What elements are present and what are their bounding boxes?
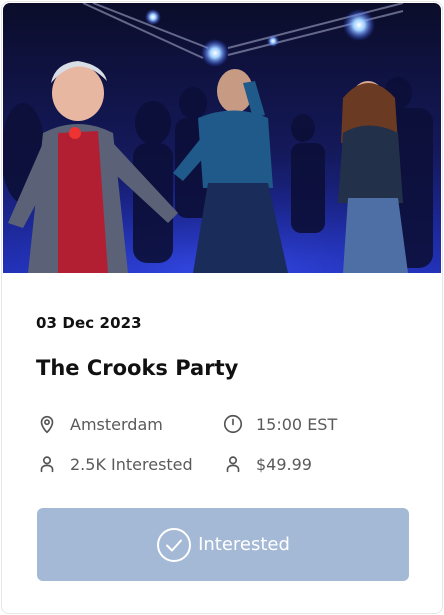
- check-circle-icon: [156, 527, 192, 563]
- interested-button-label: Interested: [198, 534, 290, 555]
- time-text: 15:00 EST: [256, 414, 338, 434]
- interested-button[interactable]: Interested: [37, 508, 409, 581]
- user-icon: [36, 453, 58, 475]
- event-card[interactable]: 03 Dec 2023 The Crooks Party Amsterdam 1…: [1, 1, 443, 614]
- event-date: 03 Dec 2023: [36, 314, 142, 332]
- price-text: $49.99: [256, 454, 312, 474]
- event-interested-count: 2.5K Interested: [36, 452, 193, 476]
- event-photo: [3, 3, 441, 273]
- event-location: Amsterdam: [36, 412, 163, 436]
- location-text: Amsterdam: [70, 414, 163, 434]
- event-price: $49.99: [222, 452, 312, 476]
- event-title: The Crooks Party: [36, 356, 239, 380]
- event-time: 15:00 EST: [222, 412, 337, 436]
- location-pin-icon: [36, 413, 58, 435]
- user-icon: [222, 453, 244, 475]
- clock-icon: [222, 413, 244, 435]
- interested-text: 2.5K Interested: [70, 454, 193, 474]
